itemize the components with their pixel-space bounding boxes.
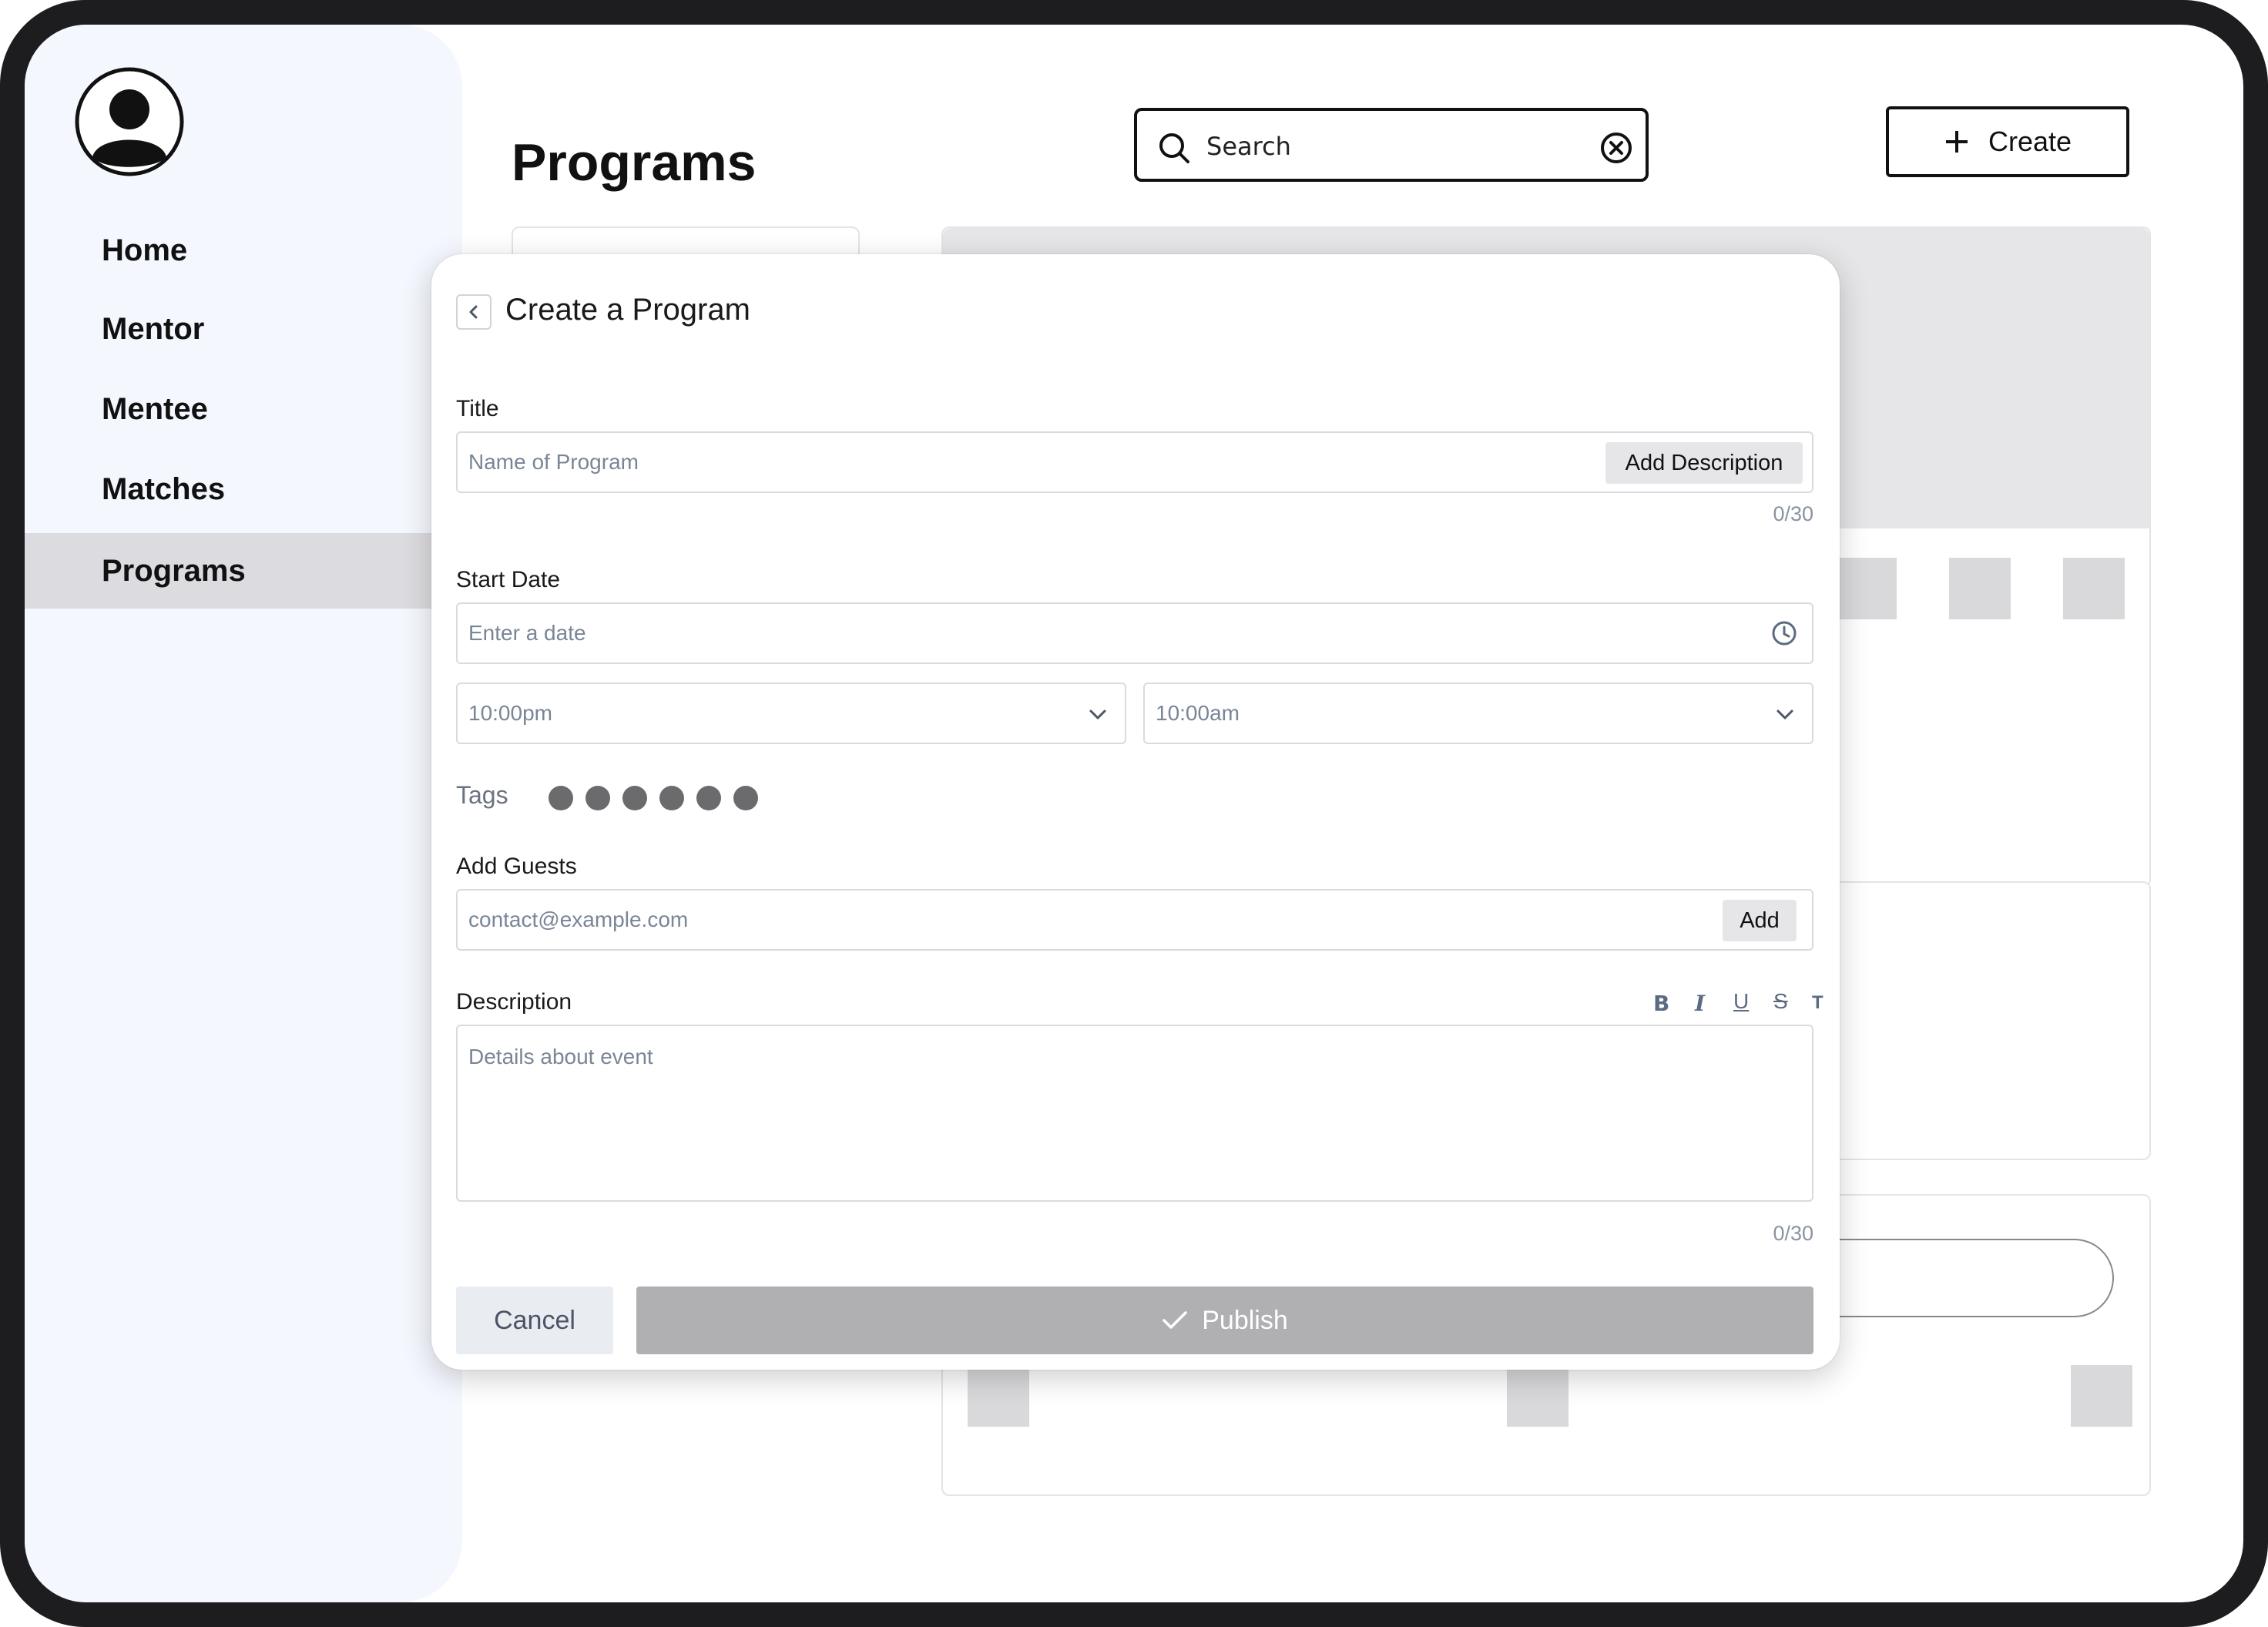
date-placeholder: Enter a date — [468, 621, 586, 645]
description-label: Description — [456, 989, 572, 1015]
create-program-modal: Create a Program Title Name of Program A… — [431, 254, 1840, 1370]
sidebar-item-programs[interactable]: Programs — [25, 533, 462, 609]
placeholder-square — [1949, 558, 2011, 619]
clock-icon[interactable] — [1770, 619, 1798, 647]
chevron-left-icon — [469, 305, 478, 319]
publish-button[interactable]: Publish — [636, 1287, 1813, 1354]
back-button[interactable] — [456, 294, 492, 330]
page-title: Programs — [512, 133, 757, 192]
underline-icon[interactable]: U — [1733, 989, 1749, 1014]
bold-icon[interactable]: B — [1653, 991, 1669, 1016]
guests-field[interactable]: contact@example.com Add — [456, 889, 1813, 951]
description-textarea[interactable]: Details about event — [456, 1025, 1813, 1202]
tag-chip[interactable] — [622, 786, 647, 810]
sidebar-item-home[interactable]: Home — [25, 213, 462, 288]
sidebar-item-label: Mentor — [102, 311, 205, 346]
create-label: Create — [1988, 126, 2072, 157]
start-time-select[interactable]: 10:00pm — [456, 683, 1126, 744]
start-time-value: 10:00pm — [468, 701, 552, 725]
tag-chip[interactable] — [659, 786, 684, 810]
sidebar-item-label: Home — [102, 233, 188, 267]
device-frame: Home Mentor Mentee Matches Programs Prog… — [0, 0, 2268, 1627]
end-time-value: 10:00am — [1156, 701, 1240, 725]
title-placeholder: Name of Program — [468, 450, 639, 474]
date-field[interactable]: Enter a date — [456, 602, 1813, 664]
guests-label: Add Guests — [456, 854, 577, 879]
user-avatar-icon[interactable] — [74, 66, 185, 177]
placeholder-square — [2071, 1365, 2132, 1427]
sidebar-item-label: Mentee — [102, 391, 208, 426]
chevron-down-icon — [1089, 710, 1106, 720]
sidebar-item-label: Programs — [102, 553, 246, 588]
start-date-label: Start Date — [456, 567, 561, 592]
guests-placeholder: contact@example.com — [468, 907, 689, 931]
modal-title: Create a Program — [505, 293, 750, 327]
tag-chip[interactable] — [549, 786, 573, 810]
placeholder-square — [1507, 1365, 1568, 1427]
placeholder-square — [968, 1365, 1029, 1427]
clear-format-icon[interactable]: T — [1812, 992, 1823, 1014]
title-field[interactable]: Name of Program Add Description — [456, 431, 1813, 493]
publish-label: Publish — [1202, 1305, 1288, 1335]
search-box[interactable] — [1134, 108, 1649, 182]
tags-label: Tags — [456, 781, 508, 809]
sidebar-item-mentor[interactable]: Mentor — [25, 291, 462, 367]
sidebar: Home Mentor Mentee Matches Programs — [25, 25, 462, 1602]
create-button[interactable]: Create — [1886, 106, 2129, 177]
sidebar-item-mentee[interactable]: Mentee — [25, 371, 462, 447]
check-icon — [1163, 1311, 1187, 1329]
sidebar-item-label: Matches — [102, 471, 226, 506]
chevron-down-icon — [1776, 710, 1793, 720]
search-icon — [1159, 133, 1189, 163]
plus-icon — [1945, 131, 1968, 153]
placeholder-square — [2063, 558, 2125, 619]
placeholder-square — [1835, 558, 1897, 619]
sidebar-item-matches[interactable]: Matches — [25, 451, 462, 527]
tag-chip[interactable] — [696, 786, 721, 810]
italic-icon[interactable]: I — [1695, 991, 1705, 1016]
search-input[interactable] — [1205, 126, 1578, 166]
clear-search-icon[interactable] — [1599, 131, 1633, 165]
end-time-select[interactable]: 10:00am — [1143, 683, 1813, 744]
tag-chip[interactable] — [733, 786, 758, 810]
title-label: Title — [456, 396, 499, 421]
cancel-button[interactable]: Cancel — [456, 1287, 613, 1354]
add-description-button[interactable]: Add Description — [1605, 442, 1803, 484]
description-counter: 0/30 — [1773, 1222, 1813, 1245]
tag-chip[interactable] — [585, 786, 610, 810]
strikethrough-icon[interactable]: S — [1773, 989, 1788, 1014]
description-placeholder: Details about event — [468, 1045, 653, 1068]
app-screen: Home Mentor Mentee Matches Programs Prog… — [25, 25, 2243, 1602]
add-guest-button[interactable]: Add — [1723, 900, 1797, 941]
title-counter: 0/30 — [1773, 502, 1813, 525]
